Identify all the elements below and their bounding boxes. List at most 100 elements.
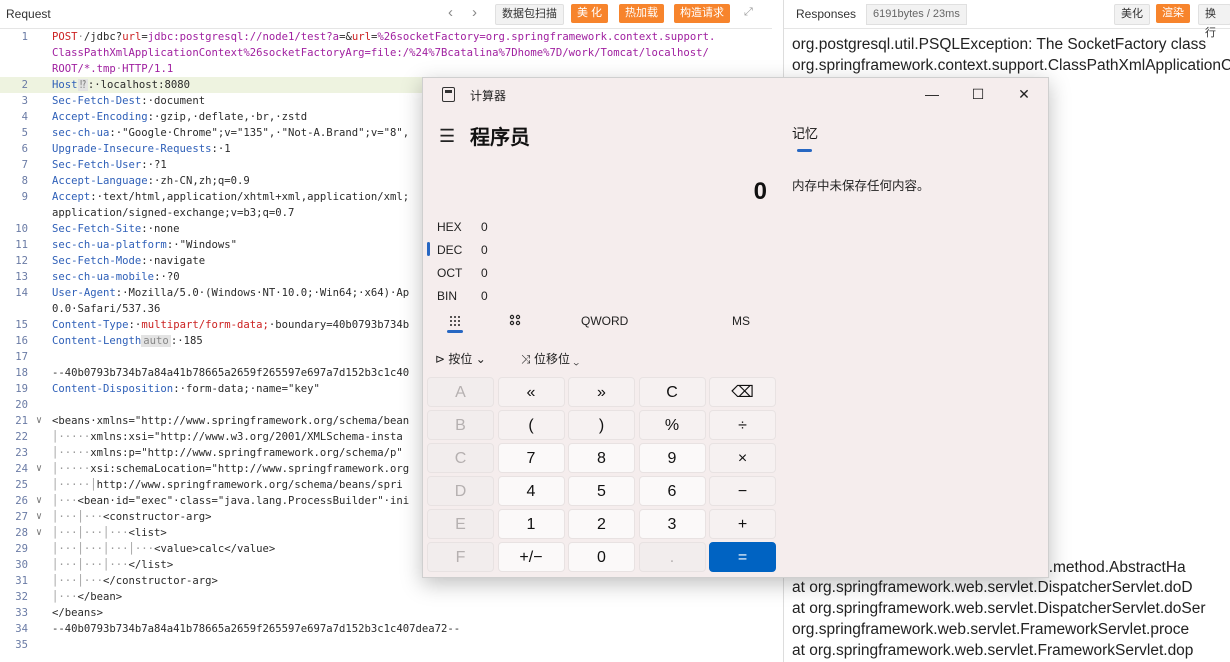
line-number: 11 — [15, 239, 28, 251]
key-3[interactable]: 3 — [638, 509, 706, 539]
key-close-paren[interactable]: ) — [568, 410, 635, 440]
fold-toggle-icon[interactable]: ∨ — [36, 413, 42, 429]
packet-scan-button[interactable]: 数据包扫描 — [495, 4, 564, 25]
code-token: =& — [339, 31, 352, 43]
fold-toggle-icon[interactable]: ∨ — [36, 525, 42, 541]
code-token: :·localhost:8080 — [87, 79, 190, 91]
key-equals[interactable]: = — [709, 542, 776, 572]
key-negate[interactable]: +/− — [497, 542, 565, 572]
code-line: ROOT/*.tmp·HTTP/1.1 — [0, 61, 772, 77]
response-beautify-button[interactable]: 美化 — [1114, 4, 1150, 25]
line-number: 13 — [15, 271, 28, 283]
key-8[interactable]: 8 — [568, 443, 635, 473]
key-b[interactable]: B — [427, 410, 494, 440]
key-6[interactable]: 6 — [638, 476, 706, 506]
code-text: --40b0793b734b7a84a41b78665a2659f265597e… — [52, 365, 409, 381]
code-token: │···│··· — [52, 575, 104, 587]
key-backspace[interactable]: ⌫ — [709, 377, 776, 407]
line-number: 34 — [15, 623, 28, 635]
response-line: org.springframework.web.servlet.Framewor… — [792, 621, 1190, 639]
code-token: --40b0793b734b7a84a41b78665a2659f265597e… — [52, 623, 461, 635]
calculator-title: 计算器 — [470, 89, 507, 103]
key-9[interactable]: 9 — [638, 443, 706, 473]
line-number: 9 — [21, 191, 28, 203]
key-7[interactable]: 7 — [497, 443, 565, 473]
code-token: :· — [128, 319, 142, 331]
code-token: :·none — [141, 223, 180, 235]
code-token: :·?0 — [154, 271, 180, 283]
key-f[interactable]: F — [427, 542, 494, 572]
key-percent[interactable]: % — [638, 410, 706, 440]
base-oct[interactable]: OCT 0 — [437, 263, 488, 283]
key-a[interactable]: A — [427, 377, 494, 407]
base-bin[interactable]: BIN 0 — [437, 286, 488, 306]
beautify-button[interactable]: 美 化 — [571, 4, 609, 23]
key-open-paren[interactable]: ( — [497, 410, 565, 440]
mode-title: 程序员 — [470, 127, 530, 149]
memory-tab-underline — [797, 149, 812, 152]
bitshift-dropdown[interactable]: ⤨ 位移位 ⌄ — [521, 350, 579, 367]
close-icon[interactable]: ✕ — [1004, 82, 1044, 106]
key-c[interactable]: C — [427, 443, 494, 473]
key-decimal[interactable]: . — [638, 542, 706, 572]
code-token: Sec-Fetch-Site — [52, 223, 142, 235]
key-1[interactable]: 1 — [497, 509, 565, 539]
word-size-button[interactable]: QWORD — [581, 314, 628, 328]
code-text: │·····│http://www.springframework.org/sc… — [52, 477, 403, 493]
code-token: │····· — [52, 447, 91, 459]
base-value: 0 — [481, 266, 488, 280]
code-text: Accept-Encoding:·gzip,·deflate,·br,·zstd — [52, 109, 307, 125]
base-hex[interactable]: HEX 0 — [437, 217, 488, 237]
fold-toggle-icon[interactable]: ∨ — [36, 493, 42, 509]
key-4[interactable]: 4 — [497, 476, 565, 506]
key-2[interactable]: 2 — [568, 509, 635, 539]
key-left-shift[interactable]: « — [497, 377, 565, 407]
base-dec[interactable]: DEC 0 — [437, 240, 488, 260]
fold-toggle-icon[interactable]: ∨ — [36, 509, 42, 525]
code-text: Content-Length auto:·185 — [52, 333, 203, 349]
memory-title[interactable]: 记忆 — [792, 123, 818, 142]
line-number: 32 — [15, 591, 28, 603]
expand-icon[interactable]: ⤢ — [744, 6, 753, 19]
back-arrow-icon[interactable]: ‹ — [448, 4, 453, 21]
code-token: xmlns:xsi="http://www.w3.org/2001/XMLSch… — [90, 431, 403, 443]
code-text: Sec-Fetch-Mode:·navigate — [52, 253, 205, 269]
full-keypad-icon[interactable] — [449, 314, 461, 330]
key-multiply[interactable]: × — [709, 443, 776, 473]
key-right-shift[interactable]: » — [568, 377, 635, 407]
key-0[interactable]: 0 — [568, 542, 635, 572]
code-text: Sec-Fetch-Site:·none — [52, 221, 180, 237]
menu-icon[interactable]: ☰ — [439, 126, 455, 147]
render-button[interactable]: 渲染 — [1156, 4, 1190, 23]
code-token: User-Agent — [52, 287, 116, 299]
line-number: 23 — [15, 447, 28, 459]
code-token: :·Mozilla/5.0·(Windows·NT·10.0;·Win64;·x… — [115, 287, 410, 299]
code-token: Upgrade-Insecure-Requests — [52, 143, 212, 155]
code-token: Sec-Fetch-Dest — [52, 95, 142, 107]
memory-store-button[interactable]: MS — [732, 314, 750, 328]
code-text: <beans·xmlns="http://www.springframework… — [52, 413, 409, 429]
key-e[interactable]: E — [427, 509, 494, 539]
key-5[interactable]: 5 — [568, 476, 635, 506]
base-label: HEX — [437, 220, 462, 234]
fold-toggle-icon[interactable]: ∨ — [36, 461, 42, 477]
bitwise-dropdown[interactable]: ⊳ 按位 ⌄ — [435, 350, 486, 367]
hot-load-button[interactable]: 热加载 — [619, 4, 664, 23]
construct-request-button[interactable]: 构造请求 — [674, 4, 730, 23]
wrap-button[interactable]: 换行 — [1198, 4, 1230, 39]
minimize-icon[interactable]: — — [912, 82, 952, 106]
code-text: application/signed-exchange;v=b3;q=0.7 — [52, 205, 294, 221]
calculator-titlebar[interactable]: 计算器 — ☐ ✕ — [423, 78, 1048, 110]
maximize-icon[interactable]: ☐ — [958, 82, 998, 106]
key-subtract[interactable]: − — [709, 476, 776, 506]
code-token: Host — [52, 79, 78, 91]
code-token: </beans> — [52, 607, 104, 619]
key-add[interactable]: + — [709, 509, 776, 539]
forward-arrow-icon[interactable]: › — [472, 4, 477, 21]
bit-toggle-keypad-icon[interactable] — [509, 314, 521, 330]
key-divide[interactable]: ÷ — [709, 410, 776, 440]
key-d[interactable]: D — [427, 476, 494, 506]
line-number: 35 — [15, 639, 28, 651]
key-clear[interactable]: C — [638, 377, 706, 407]
code-token: <list> — [128, 527, 167, 539]
